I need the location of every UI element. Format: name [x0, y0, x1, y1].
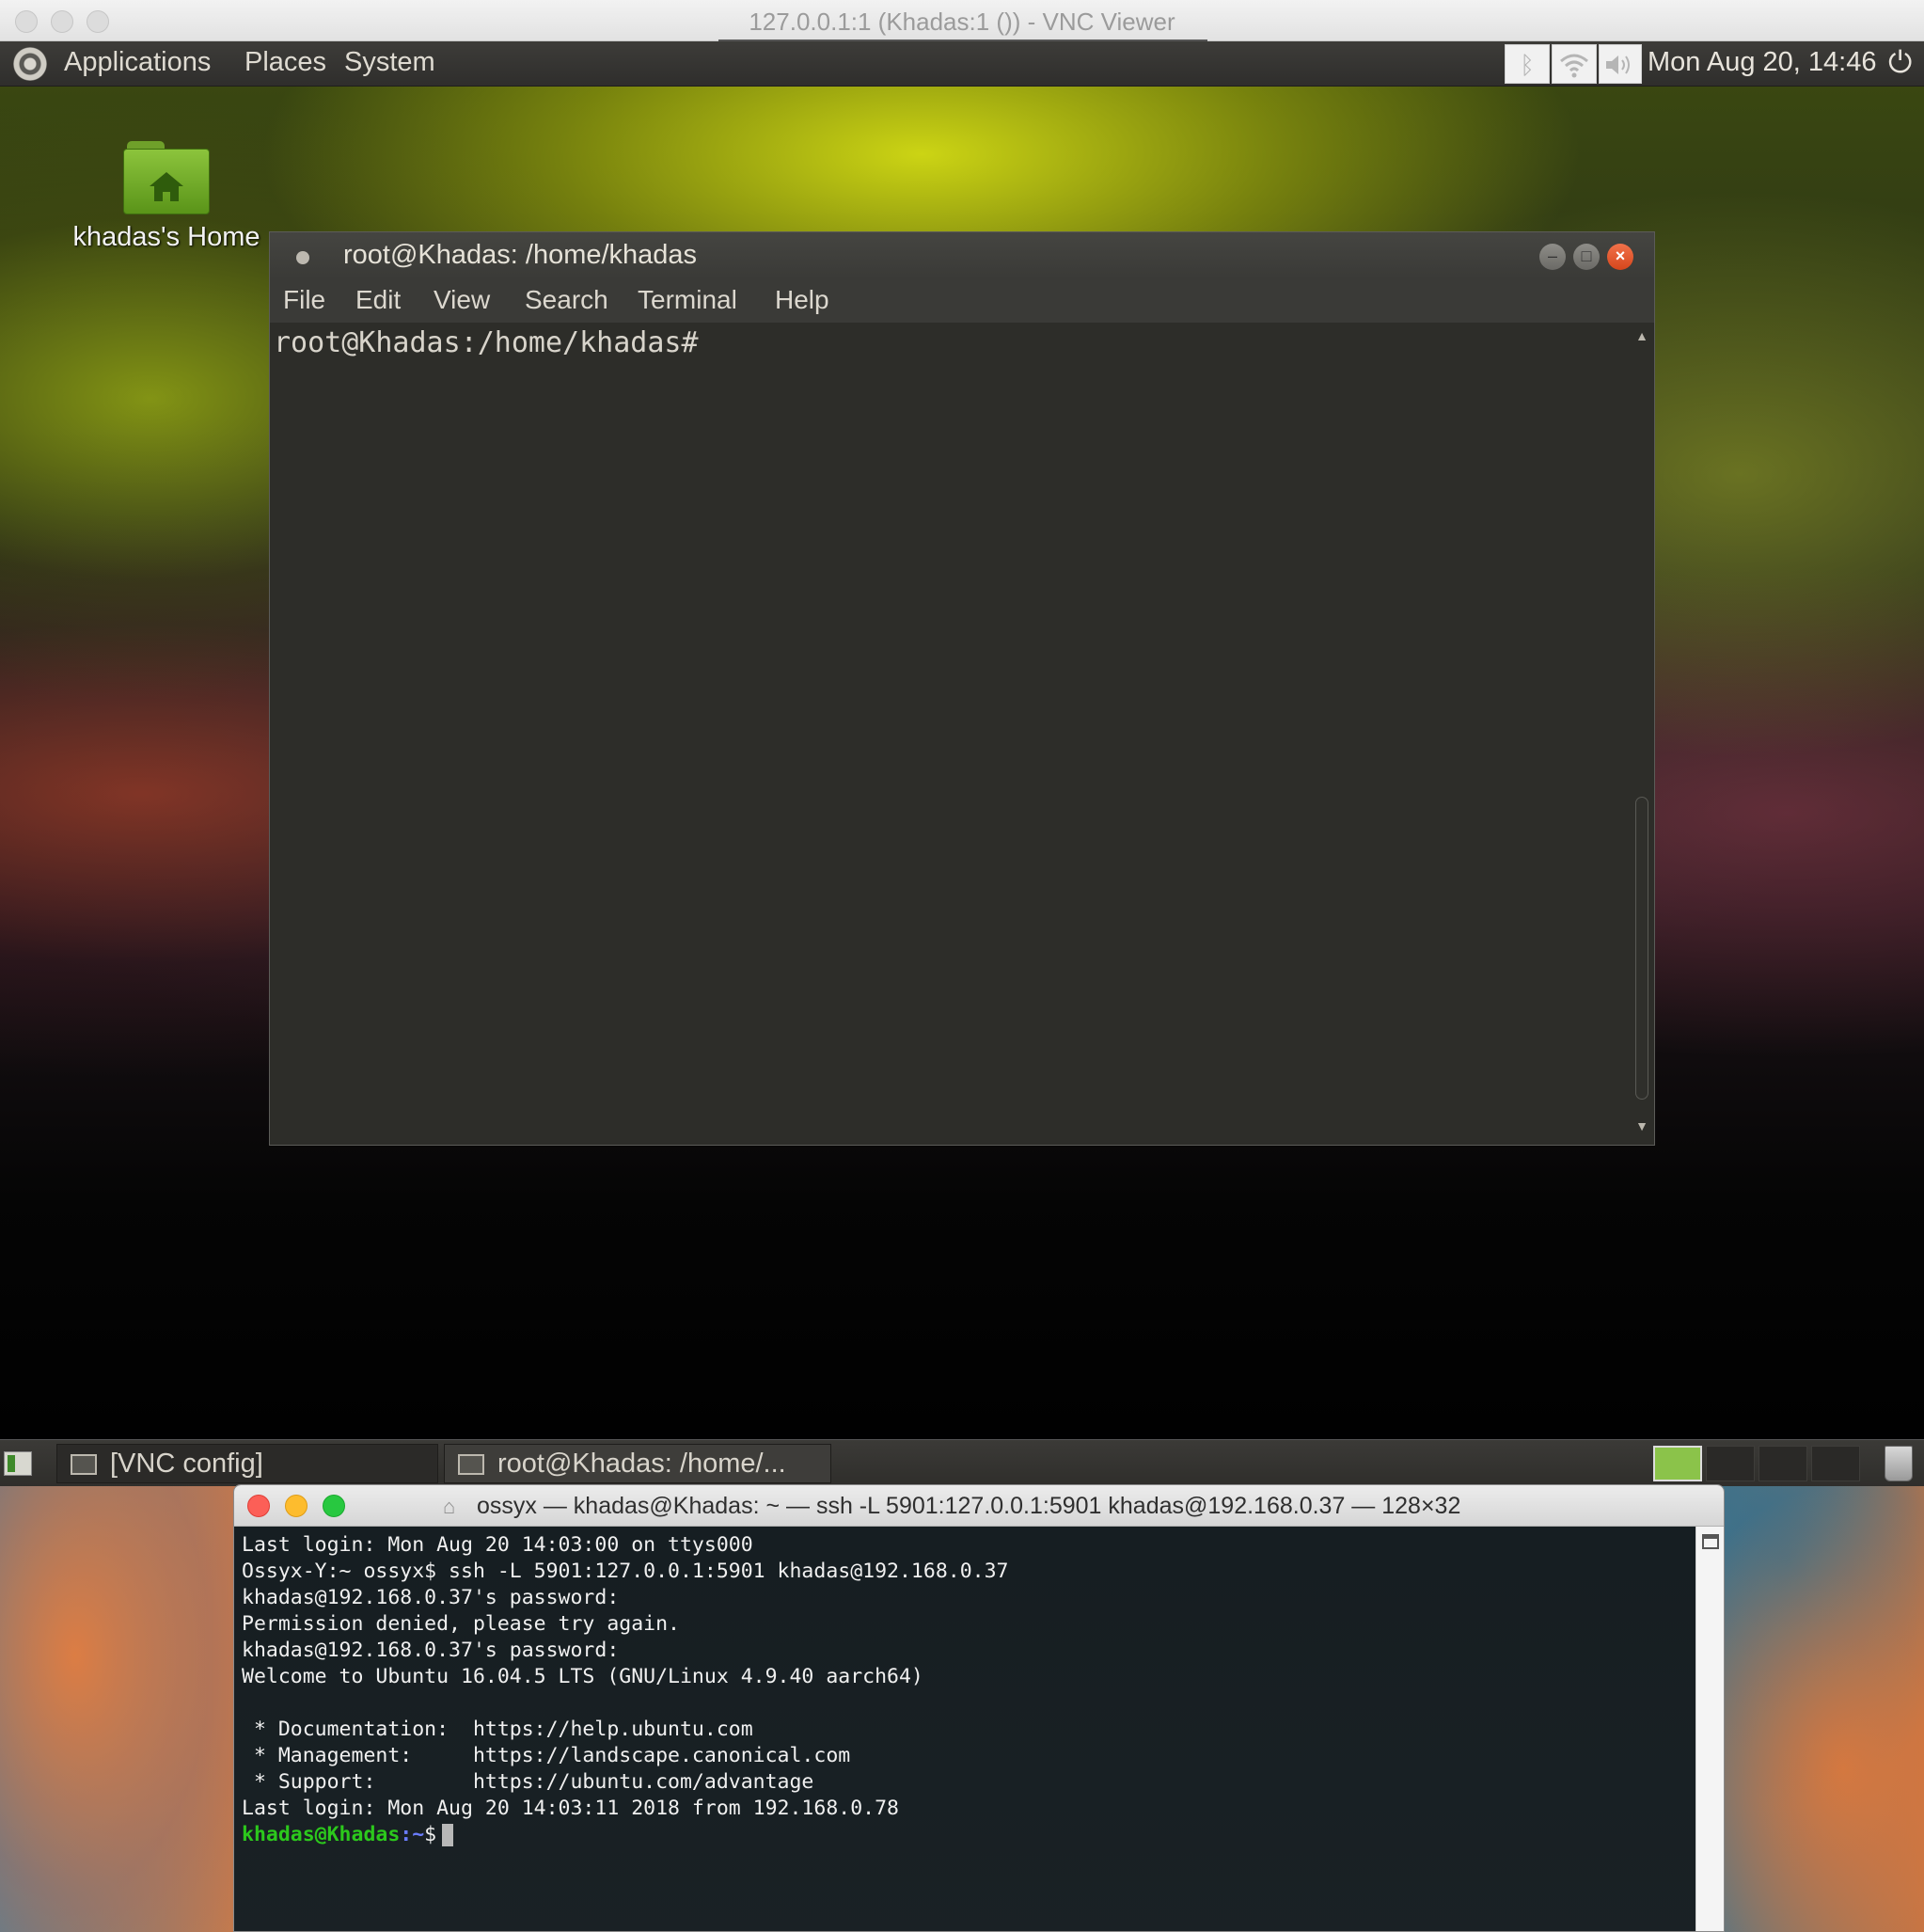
prompt-symbol: $ — [424, 1823, 437, 1846]
home-folder-label: khadas's Home — [72, 222, 260, 252]
power-icon[interactable]: ⏻ — [1888, 45, 1912, 81]
terminal-scrollbar[interactable]: ▲ ▼ — [1630, 323, 1654, 1145]
scroll-up-icon[interactable]: ▲ — [1630, 328, 1654, 349]
terminal-line: * Documentation: https://help.ubuntu.com — [242, 1718, 753, 1741]
mac-terminal-titlebar[interactable]: ⌂ ossyx — khadas@Khadas: ~ — ssh -L 5901… — [234, 1485, 1724, 1527]
mate-terminal-titlebar[interactable]: root@Khadas: /home/khadas – □ × — [270, 232, 1654, 279]
menu-system[interactable]: System — [344, 47, 435, 78]
minimize-button[interactable] — [285, 1495, 308, 1517]
terminal-line: Permission denied, please try again. — [242, 1612, 680, 1636]
terminal-line: Ossyx-Y:~ ossyx$ ssh -L 5901:127.0.0.1:5… — [242, 1560, 1009, 1583]
terminal-line: Last login: Mon Aug 20 14:03:00 on ttys0… — [242, 1533, 753, 1557]
terminal-icon — [458, 1454, 484, 1475]
workspace-4[interactable] — [1811, 1446, 1860, 1481]
clock[interactable]: Mon Aug 20, 14:46 — [1648, 47, 1876, 78]
close-button[interactable]: × — [1607, 244, 1633, 270]
top-panel: Applications Places System ᛒ Mon Aug 20,… — [0, 41, 1924, 87]
mac-terminal-window[interactable]: ⌂ ossyx — khadas@Khadas: ~ — ssh -L 5901… — [233, 1484, 1725, 1932]
close-button[interactable] — [247, 1495, 270, 1517]
shell-prompt: root@Khadas:/home/khadas# — [274, 326, 699, 359]
split-view-icon[interactable] — [1702, 1534, 1719, 1549]
taskbar-item-label: [VNC config] — [110, 1449, 263, 1479]
trash-icon[interactable] — [1885, 1446, 1913, 1481]
mate-logo-icon[interactable] — [13, 47, 47, 81]
terminal-line: khadas@192.168.0.37's password: — [242, 1586, 620, 1609]
scroll-thumb[interactable] — [1635, 797, 1648, 1100]
menu-view[interactable]: View — [434, 285, 490, 315]
workspace-2[interactable] — [1706, 1446, 1755, 1481]
menu-applications[interactable]: Applications — [64, 47, 211, 78]
minimize-button[interactable]: – — [1539, 244, 1566, 270]
scroll-down-icon[interactable]: ▼ — [1630, 1118, 1654, 1139]
mate-terminal-title: root@Khadas: /home/khadas — [343, 240, 698, 270]
mac-terminal-title: ossyx — khadas@Khadas: ~ — ssh -L 5901:1… — [477, 1493, 1461, 1519]
mate-terminal-output[interactable]: root@Khadas:/home/khadas# — [270, 323, 1628, 1145]
shell-prompt-line: khadas@Khadas:~$ — [242, 1822, 1688, 1848]
menu-help[interactable]: Help — [775, 285, 829, 315]
volume-icon[interactable] — [1599, 44, 1642, 84]
show-desktop-icon[interactable] — [4, 1451, 32, 1476]
terminal-line: * Management: https://landscape.canonica… — [242, 1744, 851, 1767]
taskbar-item-vnc-config[interactable]: [VNC config] — [56, 1444, 438, 1483]
terminal-line: Welcome to Ubuntu 16.04.5 LTS (GNU/Linux… — [242, 1665, 923, 1688]
terminal-line: Last login: Mon Aug 20 14:03:11 2018 fro… — [242, 1797, 899, 1820]
mate-terminal-window[interactable]: root@Khadas: /home/khadas – □ × File Edi… — [269, 231, 1655, 1146]
workspace-3[interactable] — [1758, 1446, 1807, 1481]
menu-file[interactable]: File — [283, 285, 325, 315]
menu-edit[interactable]: Edit — [355, 285, 401, 315]
text-cursor — [442, 1824, 454, 1846]
home-folder-icon — [123, 141, 210, 216]
zoom-button[interactable] — [323, 1495, 345, 1517]
desktop-home-folder[interactable]: khadas's Home — [68, 141, 265, 253]
maximize-button[interactable]: □ — [1573, 244, 1600, 270]
mac-terminal-output[interactable]: Last login: Mon Aug 20 14:03:00 on ttys0… — [234, 1527, 1695, 1931]
window-icon — [71, 1454, 97, 1475]
taskbar-item-terminal[interactable]: root@Khadas: /home/... — [444, 1444, 831, 1483]
vnc-viewer-titlebar[interactable]: 127.0.0.1:1 (Khadas:1 ()) - VNC Viewer — [0, 0, 1924, 43]
bluetooth-icon[interactable]: ᛒ — [1505, 44, 1550, 84]
prompt-user: khadas@Khadas — [242, 1823, 401, 1846]
wifi-icon[interactable] — [1552, 44, 1597, 84]
terminal-line: khadas@192.168.0.37's password: — [242, 1639, 620, 1662]
terminal-line: * Support: https://ubuntu.com/advantage — [242, 1770, 814, 1794]
menu-search[interactable]: Search — [525, 285, 608, 315]
taskbar-item-label: root@Khadas: /home/... — [497, 1449, 786, 1479]
bottom-panel: [VNC config] root@Khadas: /home/... — [0, 1439, 1924, 1486]
prompt-path: :~ — [400, 1823, 425, 1846]
terminal-app-icon — [296, 251, 309, 264]
workspace-1[interactable] — [1653, 1446, 1702, 1481]
menu-places[interactable]: Places — [244, 47, 326, 78]
menu-terminal[interactable]: Terminal — [638, 285, 737, 315]
terminal-scrollbar[interactable] — [1695, 1527, 1724, 1931]
remote-desktop: Applications Places System ᛒ Mon Aug 20,… — [0, 41, 1924, 1486]
home-icon: ⌂ — [443, 1495, 456, 1518]
window-title: 127.0.0.1:1 (Khadas:1 ()) - VNC Viewer — [749, 8, 1175, 36]
mate-terminal-menubar: File Edit View Search Terminal Help — [270, 279, 1654, 323]
